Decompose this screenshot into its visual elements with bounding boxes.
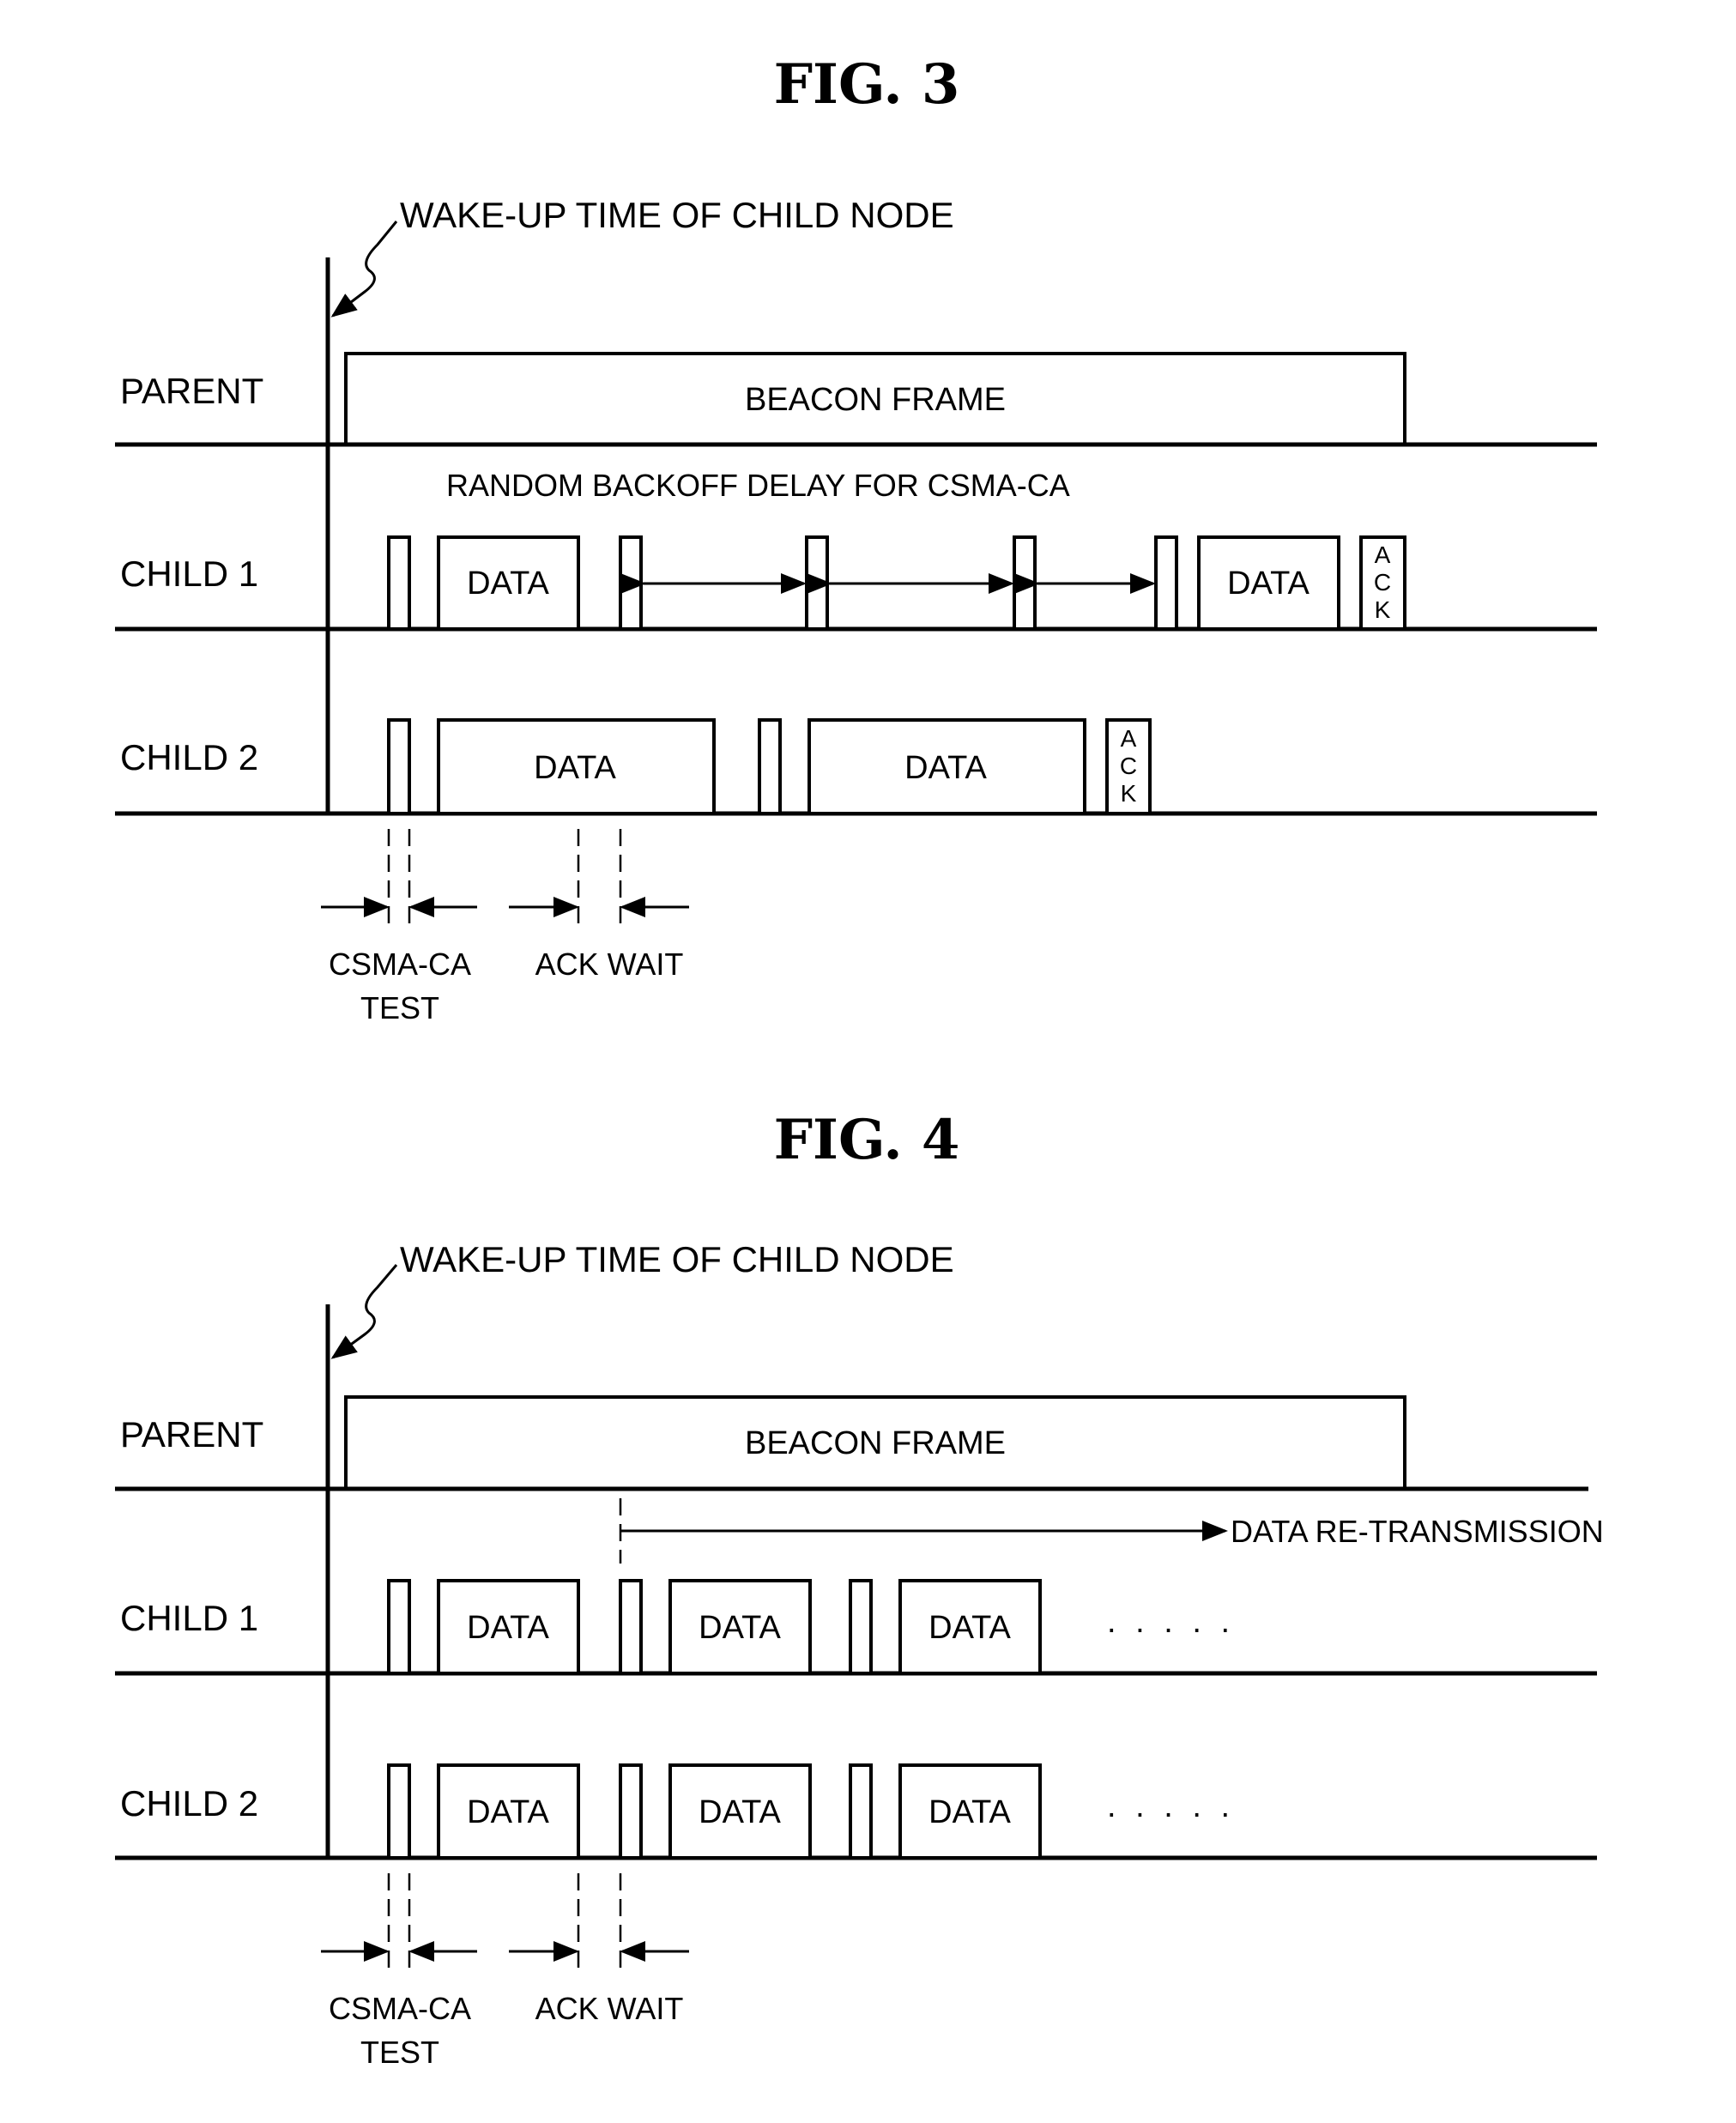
ack-wait-label: ACK WAIT — [535, 947, 684, 982]
timing-annotations: CSMA-CA TEST ACK WAIT — [321, 829, 689, 1025]
csma-ca-test-label-line2: TEST — [360, 990, 439, 1025]
data-block-label: DATA — [699, 1610, 781, 1646]
beacon-frame-label: BEACON FRAME — [745, 382, 1006, 418]
wakeup-pointer-icon — [330, 1264, 398, 1359]
cca-block — [387, 718, 411, 815]
cca-block — [387, 535, 411, 631]
figure-3-title: FIG. 3 — [774, 52, 960, 117]
wakeup-label: WAKE-UP TIME OF CHILD NODE — [400, 195, 954, 235]
child-1-blocks: DATA DATA DATA . . . . . — [387, 1579, 1235, 1675]
row-label-child-1: CHILD 1 — [120, 1598, 258, 1638]
ack-letter: C — [1120, 753, 1137, 779]
timing-annotations: CSMA-CA TEST ACK WAIT — [321, 1873, 689, 2070]
child-1-blocks: DATA DATA A C K — [387, 535, 1406, 631]
data-block-label: DATA — [467, 566, 549, 602]
ack-letter: K — [1121, 780, 1137, 807]
continuation-ellipsis: . . . . . — [1107, 1788, 1235, 1824]
cca-block — [1013, 535, 1037, 631]
csma-ca-test-label-line2: TEST — [360, 2035, 439, 2070]
cca-block — [619, 1763, 643, 1860]
cca-block — [619, 1579, 643, 1675]
wakeup-pointer-icon — [330, 221, 398, 318]
data-block-label: DATA — [904, 750, 987, 786]
ack-letter: A — [1121, 725, 1137, 752]
cca-block — [849, 1579, 873, 1675]
patent-figures: FIG. 3 WAKE-UP TIME OF CHILD NODE PARENT… — [115, 52, 1604, 2070]
row-label-child-2: CHILD 2 — [120, 1783, 258, 1824]
row-label-parent: PARENT — [120, 371, 263, 411]
retransmission-label: DATA RE-TRANSMISSION — [1231, 1514, 1604, 1549]
row-label-child-1: CHILD 1 — [120, 553, 258, 594]
wakeup-label: WAKE-UP TIME OF CHILD NODE — [400, 1239, 954, 1279]
data-block-label: DATA — [699, 1794, 781, 1830]
cca-block — [1154, 535, 1178, 631]
backoff-label: RANDOM BACKOFF DELAY FOR CSMA-CA — [446, 468, 1070, 503]
data-block-label: DATA — [928, 1794, 1011, 1830]
cca-block — [758, 718, 782, 815]
data-block-label: DATA — [534, 750, 616, 786]
cca-block — [849, 1763, 873, 1860]
csma-ca-test-label: CSMA-CA — [329, 1991, 471, 2026]
csma-ca-test-label: CSMA-CA — [329, 947, 471, 982]
beacon-frame-label: BEACON FRAME — [745, 1425, 1006, 1461]
continuation-ellipsis: . . . . . — [1107, 1604, 1235, 1640]
ack-letter: A — [1375, 541, 1391, 568]
row-label-parent: PARENT — [120, 1414, 263, 1455]
ack-wait-label: ACK WAIT — [535, 1991, 684, 2026]
figure-3: FIG. 3 WAKE-UP TIME OF CHILD NODE PARENT… — [115, 52, 1597, 1025]
cca-block — [387, 1763, 411, 1860]
data-block-label: DATA — [928, 1610, 1011, 1646]
ack-letter: K — [1375, 596, 1391, 623]
ack-letter: C — [1374, 569, 1391, 596]
child-2-blocks: DATA DATA A C K — [387, 718, 1152, 815]
row-label-child-2: CHILD 2 — [120, 737, 258, 777]
cca-block — [387, 1579, 411, 1675]
figure-4: FIG. 4 WAKE-UP TIME OF CHILD NODE PARENT… — [115, 1108, 1604, 2070]
data-block-label: DATA — [467, 1794, 549, 1830]
cca-block — [619, 535, 643, 631]
data-block-label: DATA — [1227, 566, 1310, 602]
child-2-blocks: DATA DATA DATA . . . . . — [387, 1763, 1235, 1860]
data-block-label: DATA — [467, 1610, 549, 1646]
figure-4-title: FIG. 4 — [774, 1108, 960, 1172]
cca-block — [805, 535, 829, 631]
